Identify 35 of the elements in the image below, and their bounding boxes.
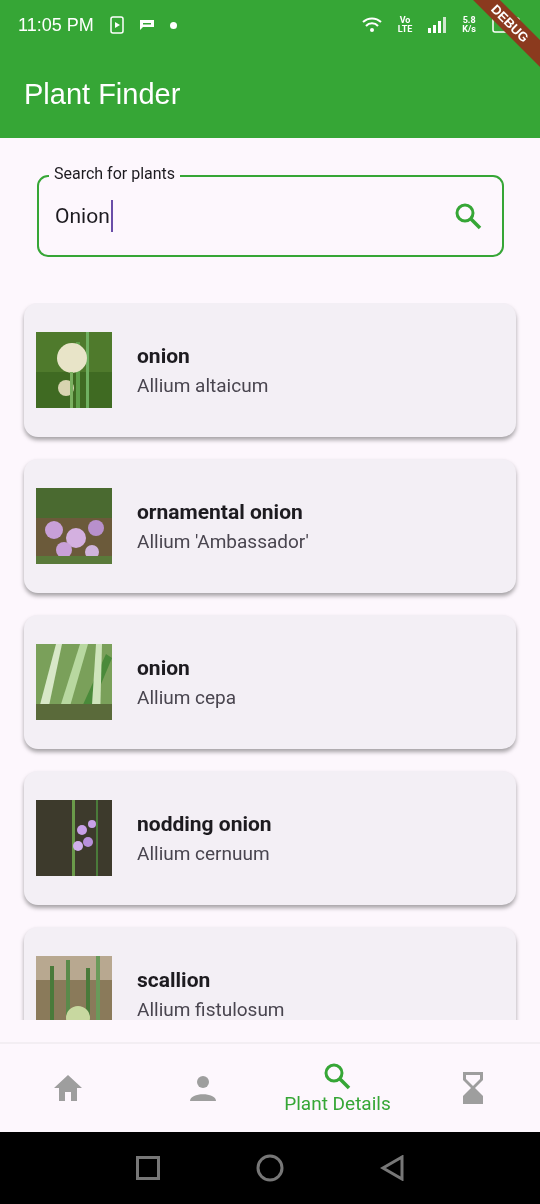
speed-label: 5.8 K/s	[462, 16, 476, 34]
scientific-name: Allium cernuum	[137, 841, 271, 865]
scientific-name: Allium altaicum	[137, 373, 269, 397]
home-icon	[52, 1074, 83, 1102]
search-icon	[454, 202, 482, 230]
scientific-name: Allium cepa	[137, 685, 237, 709]
plant-name: scallion	[137, 967, 212, 992]
hourglass-icon	[462, 1072, 483, 1104]
status-time: 11:05 PM	[18, 14, 94, 36]
field-value: Onion	[55, 200, 454, 232]
scientific-name: Allium fistulosum	[137, 997, 285, 1020]
scientific-name: Allium 'Ambassador'	[137, 529, 309, 553]
plant-card[interactable]: onion Allium altaicum	[24, 303, 516, 437]
app-title: Plant Finder	[24, 77, 181, 111]
plant-name: onion	[137, 655, 191, 680]
search-field[interactable]: Search for plants Onion	[37, 163, 504, 257]
wifi-icon	[361, 17, 382, 33]
field-label: Search for plants	[49, 163, 181, 185]
plant-name: ornamental onion	[137, 499, 304, 524]
recents-icon[interactable]	[136, 1156, 160, 1180]
network-label: Vo LTE	[397, 16, 413, 34]
plant-card[interactable]: ornamental onion Allium 'Ambassador'	[24, 459, 516, 593]
message-icon	[139, 20, 154, 30]
search-icon	[323, 1061, 352, 1090]
plant-card[interactable]: nodding onion Allium cernuum	[24, 771, 516, 905]
plant-card[interactable]: scallion Allium fistulosum	[24, 927, 516, 1020]
plant-name: onion	[137, 343, 191, 368]
plant-name: nodding onion	[137, 811, 272, 836]
home-button-icon[interactable]	[256, 1154, 284, 1182]
media-icon	[109, 16, 124, 34]
signal-icon	[428, 17, 447, 33]
plant-card[interactable]: onion Allium cepa	[24, 615, 516, 749]
dot-icon	[169, 21, 177, 29]
back-icon[interactable]	[380, 1155, 404, 1181]
person-icon	[188, 1075, 217, 1101]
